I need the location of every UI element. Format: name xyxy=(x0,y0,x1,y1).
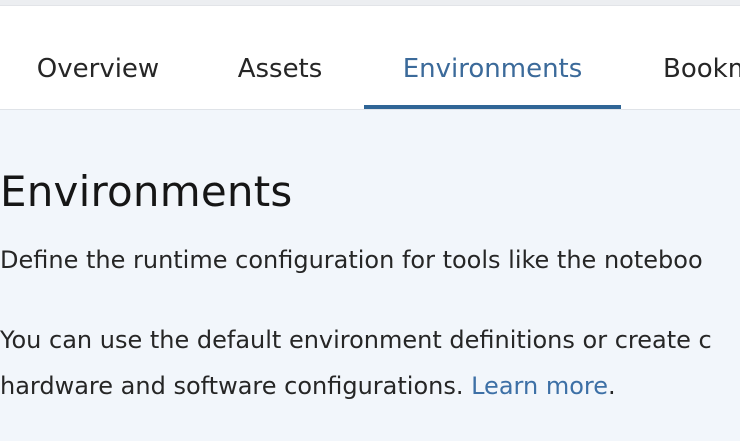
info-line-2-prefix: hardware and software configurations. xyxy=(0,372,472,400)
tab-overview-label: Overview xyxy=(36,54,160,84)
tab-overview[interactable]: Overview xyxy=(0,6,196,109)
info-line-2-suffix: . xyxy=(607,372,616,400)
tab-environments[interactable]: Environments xyxy=(364,6,621,109)
tab-environments-label: Environments xyxy=(402,54,583,84)
info-line-1: You can use the default environment defi… xyxy=(0,326,712,354)
tab-bookmarks[interactable]: Bookm xyxy=(621,6,740,109)
page-description: Define the runtime configuration for too… xyxy=(0,246,703,274)
tab-assets[interactable]: Assets xyxy=(196,6,364,109)
environment-info-text: You can use the default environment defi… xyxy=(0,317,712,409)
project-tab-bar: Overview Assets Environments Bookm xyxy=(0,6,740,110)
tab-bookmarks-label: Bookm xyxy=(663,54,740,84)
learn-more-link[interactable]: Learn more xyxy=(471,372,608,400)
page-title: Environments xyxy=(0,167,293,216)
environments-panel: Environments Define the runtime configur… xyxy=(0,110,740,441)
tab-assets-label: Assets xyxy=(237,54,323,84)
